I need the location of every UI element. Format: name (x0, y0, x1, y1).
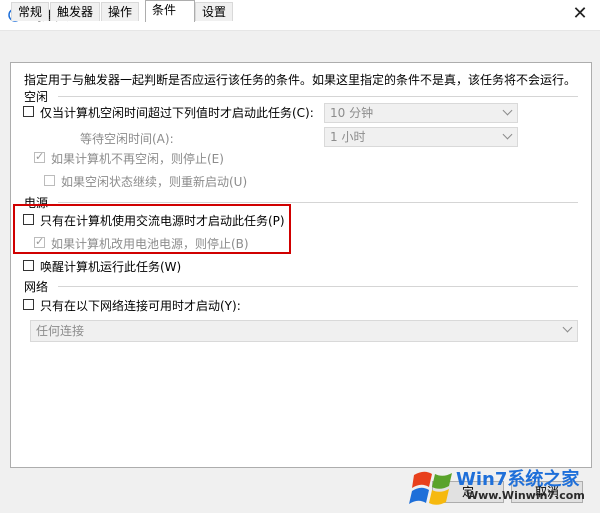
wake-label: 唤醒计算机运行此任务(W) (40, 260, 182, 274)
stop-on-battery-label: 如果计算机改用电池电源，则停止(B) (51, 237, 249, 251)
wake-checkbox[interactable] (23, 260, 34, 271)
checkmark-icon: ✓ (35, 150, 45, 163)
network-connection-select[interactable]: 任何连接 (30, 320, 578, 342)
watermark-brand: Win7系统之家 (456, 469, 580, 490)
tab-triggers[interactable]: 触发器 (50, 2, 100, 21)
wait-idle-label: 等待空闲时间(A): (80, 132, 174, 146)
network-section-title: 网络 (24, 280, 49, 294)
idle-start-checkbox[interactable] (23, 106, 34, 117)
tab-actions[interactable]: 操作 (101, 2, 139, 21)
restart-if-idle-label: 如果空闲状态继续，则重新启动(U) (61, 175, 248, 189)
network-separator (58, 286, 578, 287)
tab-settings[interactable]: 设置 (195, 2, 233, 21)
idle-section-title: 空闲 (24, 90, 49, 104)
checkmark-icon: ✓ (35, 235, 45, 248)
tab-general[interactable]: 常规 (11, 2, 49, 21)
chevron-down-icon (562, 322, 573, 333)
ac-power-label: 只有在计算机使用交流电源时才启动此任务(P) (40, 214, 285, 228)
wait-idle-select[interactable]: 1 小时 (324, 127, 518, 147)
tab-conditions[interactable]: 条件 (145, 0, 195, 22)
description-text: 指定用于与触发器一起判断是否应运行该任务的条件。如果这里指定的条件不是真，该任务… (24, 73, 577, 87)
stop-if-not-idle-checkbox[interactable]: ✓ (34, 150, 45, 163)
watermark-logo: Win7系统之家 Www.Winwin7.com (404, 461, 600, 513)
power-separator (58, 202, 578, 203)
watermark-url: Www.Winwin7.com (466, 489, 585, 502)
stop-if-not-idle-label: 如果计算机不再空闲，则停止(E) (51, 152, 224, 166)
restart-if-idle-checkbox[interactable] (44, 175, 55, 186)
stop-on-battery-checkbox[interactable]: ✓ (34, 235, 45, 248)
idle-separator (58, 96, 578, 97)
idle-start-label: 仅当计算机空闲时间超过下列值时才启动此任务(C): (40, 106, 314, 120)
close-icon[interactable]: ✕ (568, 3, 592, 25)
ac-power-checkbox[interactable] (23, 214, 34, 225)
chevron-down-icon (502, 105, 513, 116)
network-label: 只有在以下网络连接可用时才启动(Y): (40, 299, 241, 313)
chevron-down-icon (502, 129, 513, 140)
idle-duration-select[interactable]: 10 分钟 (324, 103, 518, 123)
network-checkbox[interactable] (23, 299, 34, 310)
